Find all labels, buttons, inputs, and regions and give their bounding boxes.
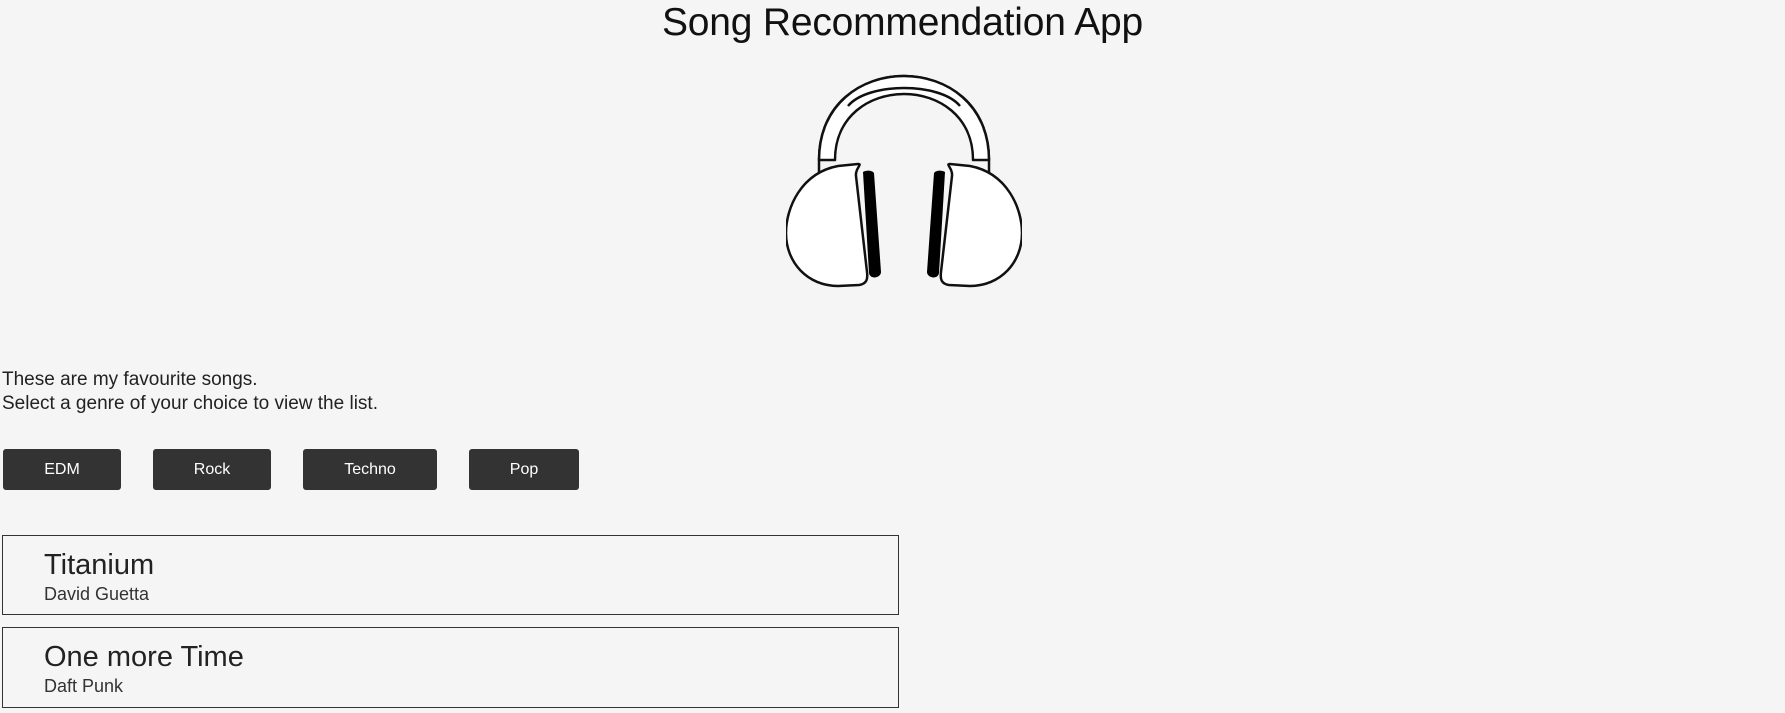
headphones-icon — [786, 74, 1022, 288]
genre-button-rock[interactable]: Rock — [153, 449, 271, 490]
intro-line-2: Select a genre of your choice to view th… — [2, 393, 378, 414]
intro-text: These are my favourite songs. Select a g… — [2, 368, 378, 416]
genre-button-edm[interactable]: EDM — [3, 449, 121, 490]
song-card: Titanium David Guetta — [2, 535, 899, 615]
genre-button-techno[interactable]: Techno — [303, 449, 437, 490]
intro-line-1: These are my favourite songs. — [2, 369, 258, 390]
song-artist: Daft Punk — [44, 676, 124, 696]
song-title: Titanium — [44, 549, 155, 581]
song-title: One more Time — [44, 641, 244, 673]
genre-button-pop[interactable]: Pop — [469, 449, 579, 490]
page-title: Song Recommendation App — [661, 1, 1144, 44]
song-card: One more Time Daft Punk — [2, 627, 899, 708]
song-artist: David Guetta — [44, 584, 150, 604]
